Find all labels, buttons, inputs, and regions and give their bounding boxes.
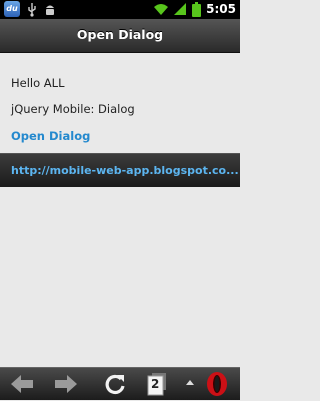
app-notification-icon: du [4, 1, 20, 17]
status-bar: du 5:05 [0, 0, 240, 19]
signal-icon [174, 3, 186, 15]
open-dialog-link[interactable]: Open Dialog [11, 129, 90, 143]
back-arrow-icon[interactable] [8, 371, 36, 397]
battery-icon [192, 2, 201, 17]
forward-arrow-icon[interactable] [52, 371, 80, 397]
page-title: Open Dialog [76, 27, 164, 42]
usb-icon [28, 3, 36, 17]
page-header: Open Dialog [0, 19, 240, 53]
hello-text: Hello ALL [11, 76, 65, 90]
tabs-button[interactable]: 2 [144, 371, 172, 397]
browser-toolbar: 2 [0, 367, 240, 400]
android-debug-icon [46, 5, 54, 15]
page-footer: http://mobile-web-app.blogspot.co... [0, 153, 240, 187]
tabs-count: 2 [151, 377, 160, 391]
subtitle-text: jQuery Mobile: Dialog [11, 102, 135, 116]
blog-link[interactable]: http://mobile-web-app.blogspot.co... [11, 164, 239, 177]
status-clock: 5:05 [206, 2, 236, 16]
opera-logo-icon[interactable] [202, 371, 232, 397]
menu-up-icon[interactable] [182, 371, 198, 397]
wifi-icon [154, 4, 168, 15]
reload-icon[interactable] [101, 371, 129, 397]
